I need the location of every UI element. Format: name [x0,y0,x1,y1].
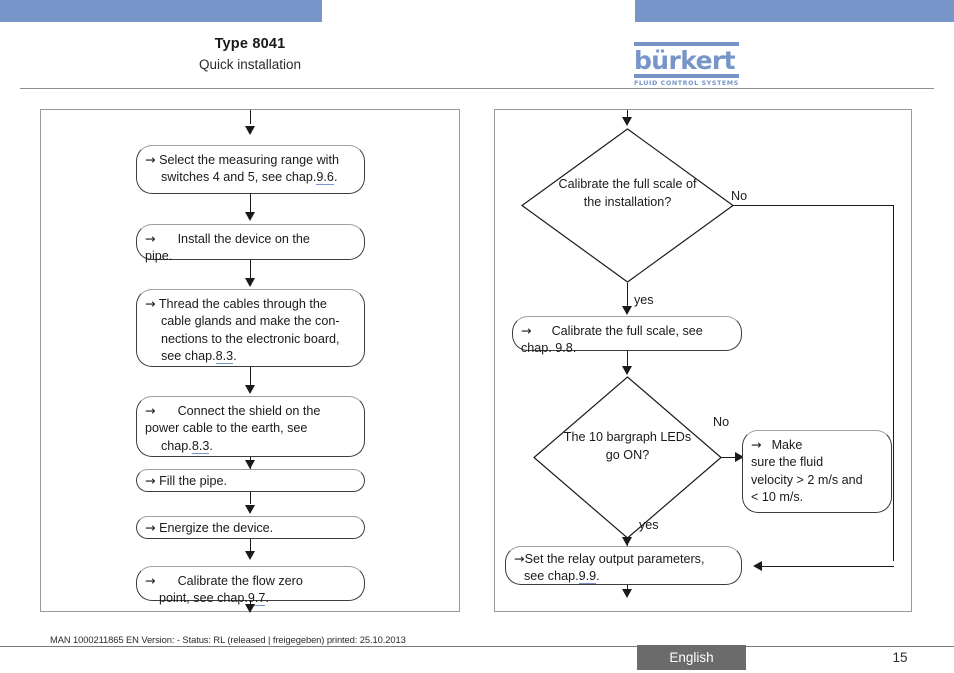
step-text-line1: Calibrate the flow zero [177,574,303,588]
step-arrow-icon: → [145,296,156,311]
step-text-line1: Set the relay output parameters, [524,552,705,566]
step-text-line2-post: . [265,591,269,606]
page-number: 15 [892,650,908,665]
footer-divider [0,646,954,647]
connector-entry-left [250,110,252,124]
branch-label-no-1: No [731,189,748,203]
connector-1-2 [250,194,252,214]
arrowhead-exit-right [621,589,632,598]
step-text-line2: power cable to the earth, see [145,421,308,436]
step-arrow-icon: → [145,473,156,488]
step-calibrate-full-scale: → Calibrate the full scale, see chap. 9.8… [512,316,742,355]
logo-wordmark: bürkert [634,46,736,75]
connector-3-4 [250,367,252,387]
document-meta-line: MAN 1000211865 EN Version: - Status: RL … [50,634,406,645]
step-make-sure-fluid-velocity: → Make sure the fluid velocity > 2 m/s an… [742,430,892,513]
step-text-line3-post: . [209,438,213,453]
connector-no1-horizontal [733,205,894,207]
step-text-line2: sure the fluid [751,455,824,470]
step-text-line1: Fill the pipe. [159,474,227,488]
branch-label-yes-1: yes [634,293,654,307]
page-header: Type 8041 Quick installation bürkert FLU… [0,22,954,90]
arrowhead-to-decision2 [621,366,632,375]
arrowhead-4-5 [244,460,255,469]
step-text-line1: Select the measuring range with [159,153,339,167]
step-text-line2: pipe. [145,249,173,264]
chapter-link-8-3-b[interactable]: 8.3 [191,438,210,454]
step-text-line1: Connect the shield on the [177,404,321,418]
step-text-line2-pre: see chap. [524,569,579,584]
step-text-line2-pre: switches 4 and 5, see chap. [161,170,317,185]
connector-no1-vertical [893,205,895,561]
arrowhead-6-7 [244,551,255,560]
top-accent-bar-right [635,0,954,22]
arrowhead-5-6 [244,505,255,514]
arrowhead-yes1 [621,306,632,315]
arrowhead-2-3 [244,278,255,287]
arrowhead-1-2 [244,212,255,221]
branch-label-no-2: No [713,415,730,429]
step-install-device: → Install the device on the pipe. [136,224,365,264]
branch-label-yes-2: yes [639,518,659,532]
step-text-line3-pre: chap. [161,438,192,453]
step-text-line1: Thread the cables through the [158,297,327,311]
step-text-line3: nections to the electronic board, [161,331,340,346]
step-text-line1: Make [771,438,803,452]
connector-2-3 [250,260,252,280]
decision-calibrate-full-scale: Calibrate the full scale of the installa… [521,128,734,283]
step-text-line2: cable glands and make the con- [161,314,340,329]
step-connect-shield: → Connect the shield on the power cable t… [136,396,365,457]
page-subtitle: Quick installation [198,57,302,72]
burkert-logo: bürkert FLUID CONTROL SYSTEMS [634,42,739,88]
step-text-line2-post: . [333,170,338,185]
step-arrow-icon: → [514,551,525,566]
arrowhead-entry-left [244,126,255,135]
decision-label-line1: Calibrate the full scale of [558,177,697,191]
step-calibrate-flow-zero: → Calibrate the flow zero point, see chap… [136,566,365,607]
step-text-line4-post: . [233,349,237,364]
step-arrow-icon: → [145,152,156,167]
arrowhead-exit-left [244,604,255,613]
step-set-relay-output: →Set the relay output parameters, see ch… [505,546,742,585]
step-text-line2-post: . [596,569,600,584]
top-accent-bar-left [0,0,322,22]
arrowhead-entry-right [621,117,632,126]
step-fill-pipe: → Fill the pipe. [136,469,365,492]
step-arrow-icon: → [751,437,762,452]
arrowhead-yes2 [621,537,632,546]
decision-label-line1: The 10 bargraph LEDs [563,430,692,444]
decision-label-line2: go ON? [605,447,650,462]
step-energize-device: → Energize the device. [136,516,365,539]
header-divider [20,88,934,89]
logo-tagline: FLUID CONTROL SYSTEMS [634,79,739,87]
decision-label-line2: the installation? [583,194,672,209]
step-thread-cables: → Thread the cables through the cable gl… [136,289,365,367]
step-text-line4: < 10 m/s. [751,490,804,505]
chapter-link-9-9[interactable]: 9.9 [578,569,597,585]
step-arrow-icon: → [145,520,156,535]
step-text-line2-pre: point, see chap. [159,591,248,606]
step-text-line1: Install the device on the [177,232,310,246]
step-select-measuring-range: → Select the measuring range with switch… [136,145,365,194]
arrowhead-feedback [753,561,762,571]
step-arrow-icon: → [145,573,156,588]
connector-5-6 [250,492,252,504]
connector-yes1 [627,283,629,306]
step-text-line1: Calibrate the full scale, see [551,324,703,338]
step-arrow-icon: → [145,403,156,418]
step-arrow-icon: → [521,323,532,338]
arrowhead-3-4 [244,385,255,394]
step-text-line2: chap. 9.8. [521,341,577,356]
step-text-line3: velocity > 2 m/s and [751,472,863,487]
chapter-link-9-6[interactable]: 9.6 [316,170,334,186]
header-title-block: Type 8041 Quick installation [0,34,500,75]
page-title: Type 8041 [214,36,286,52]
chapter-link-8-3-a[interactable]: 8.3 [215,349,234,365]
step-text-line1: Energize the device. [159,521,274,535]
language-badge: English [637,645,746,670]
connector-feedback-horizontal [762,566,894,568]
step-arrow-icon: → [145,231,156,246]
step-text-line4-pre: see chap. [161,349,216,364]
decision-bargraph-leds: The 10 bargraph LEDs go ON? [533,376,722,539]
